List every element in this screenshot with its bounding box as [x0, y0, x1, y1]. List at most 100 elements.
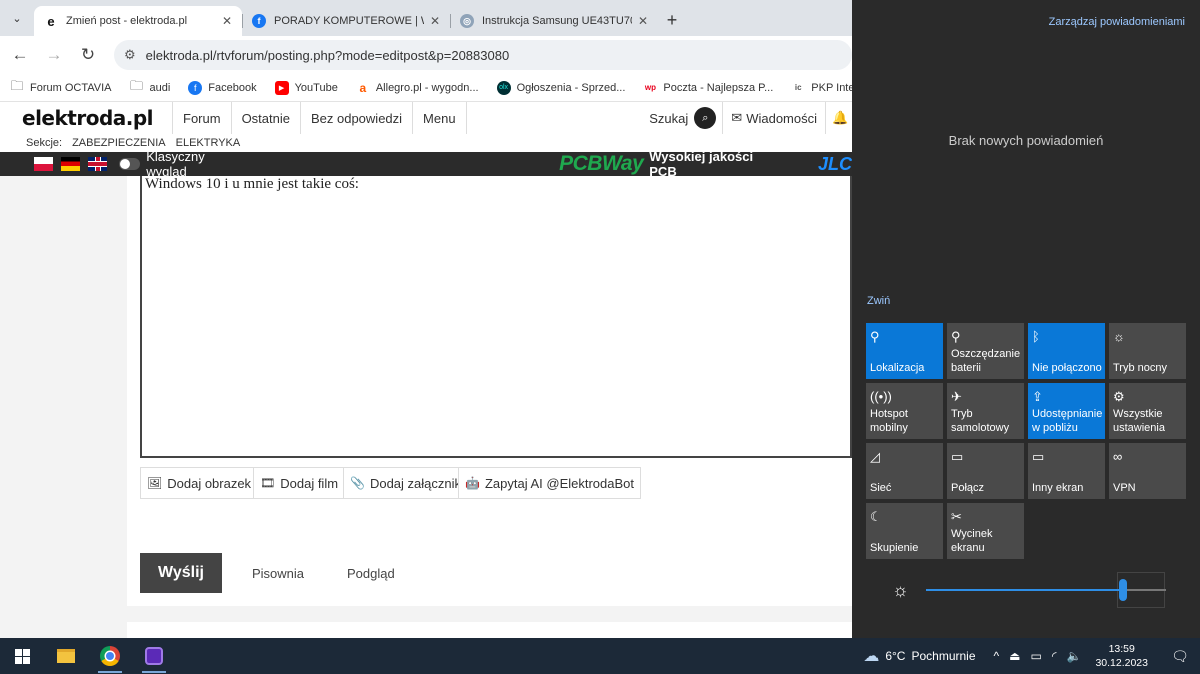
- nav-latest[interactable]: Ostatnie: [230, 102, 300, 134]
- collapse-link[interactable]: Zwiń: [867, 295, 890, 307]
- nav-forum[interactable]: Forum: [172, 102, 231, 134]
- project-icon: ▭: [1032, 449, 1045, 464]
- ad-jlc-logo[interactable]: JLC: [818, 154, 852, 175]
- connect-icon: ▭: [951, 449, 964, 464]
- tab-close-icon[interactable]: ✕: [638, 14, 648, 28]
- start-button[interactable]: [0, 638, 44, 674]
- tile-night-light[interactable]: ☼ Tryb nocny: [1109, 323, 1186, 379]
- no-notifications-text: Brak nowych powiadomień: [948, 133, 1104, 148]
- section-link-elektryka[interactable]: ELEKTRYKA: [176, 137, 241, 149]
- nav-menu[interactable]: Menu: [412, 102, 467, 134]
- tab-samsung[interactable]: ◎ Instrukcja Samsung UE43TU700 ✕: [450, 6, 658, 36]
- bookmark-olx[interactable]: olx Ogłoszenia - Sprzed...: [496, 80, 625, 95]
- bookmark-audi[interactable]: 🗀 audi: [130, 78, 170, 95]
- add-image-label: Dodaj obrazek: [167, 475, 252, 491]
- classic-view-toggle[interactable]: [119, 158, 141, 170]
- tile-bluetooth[interactable]: ᛒ Nie połączono: [1028, 323, 1105, 379]
- tile-label: Wszystkie ustawienia: [1113, 408, 1165, 434]
- app-button[interactable]: [132, 638, 176, 674]
- film-icon: 🎞: [260, 476, 276, 490]
- search-label[interactable]: Szukaj: [649, 111, 688, 126]
- tile-label: Inny ekran: [1032, 482, 1084, 494]
- address-bar[interactable]: ⚙ elektroda.pl/rtvforum/posting.php?mode…: [114, 40, 852, 70]
- tab-close-icon[interactable]: ✕: [430, 14, 440, 28]
- tile-network[interactable]: ◿ Sieć: [866, 443, 943, 499]
- add-attachment-button[interactable]: 📎 Dodaj załącznik: [343, 467, 468, 499]
- flag-uk-icon[interactable]: [88, 157, 108, 171]
- reload-button[interactable]: ↻: [72, 39, 104, 71]
- battery-icon[interactable]: ▭: [1030, 649, 1041, 663]
- site-nav: Forum Ostatnie Bez odpowiedzi Menu: [172, 102, 467, 134]
- weather-widget[interactable]: ☁ 6°C Pochmurnie: [863, 646, 975, 666]
- tile-hotspot[interactable]: ((•)) Hotspot mobilny: [866, 383, 943, 439]
- tab-title: PORADY KOMPUTEROWE | Wit: [274, 15, 424, 27]
- notification-center-button[interactable]: 🗨: [1160, 638, 1200, 674]
- nav-unanswered[interactable]: Bez odpowiedzi: [299, 102, 412, 134]
- tile-snip[interactable]: ✂ Wycinek ekranu: [947, 503, 1024, 559]
- tile-nearby-sharing[interactable]: ⇪ Udostępnianie w pobliżu: [1028, 383, 1105, 439]
- bookmark-forum-octavia[interactable]: 🗀 Forum OCTAVIA: [10, 78, 111, 95]
- bookmark-allegro[interactable]: a Allegro.pl - wygodn...: [356, 81, 479, 95]
- manage-notifications-link[interactable]: Zarządzaj powiadomieniami: [1049, 16, 1185, 28]
- add-image-button[interactable]: 🖼 Dodaj obrazek: [140, 467, 259, 499]
- usb-icon[interactable]: ⏏: [1009, 649, 1020, 663]
- brightness-slider-thumb[interactable]: [1118, 579, 1127, 601]
- tile-label: Skupienie: [870, 542, 919, 554]
- olx-icon: olx: [496, 80, 511, 95]
- bookmark-wp-poczta[interactable]: wp Poczta - Najlepsza P...: [643, 81, 773, 95]
- flag-pl-icon[interactable]: [34, 157, 54, 171]
- brightness-slider[interactable]: [926, 579, 1166, 601]
- tile-location[interactable]: ⚲ Lokalizacja: [866, 323, 943, 379]
- tile-battery-saver[interactable]: ⚲ Oszczędzanie baterii: [947, 323, 1024, 379]
- send-button[interactable]: Wyślij: [140, 553, 222, 593]
- tab-active[interactable]: e Zmień post - elektroda.pl ✕: [34, 6, 242, 36]
- preview-button[interactable]: Podgląd: [347, 566, 395, 581]
- ad-pcbway-logo[interactable]: PCBWay: [559, 152, 644, 176]
- spelling-button[interactable]: Pisownia: [252, 566, 304, 581]
- chevron-up-icon[interactable]: ^: [994, 649, 1000, 663]
- tile-focus[interactable]: ☾ Skupienie: [866, 503, 943, 559]
- back-button[interactable]: ←: [4, 39, 36, 71]
- chrome-button[interactable]: [88, 638, 132, 674]
- bookmark-facebook[interactable]: f Facebook: [188, 80, 257, 95]
- bookmarks-bar: 🗀 Forum OCTAVIA 🗀 audi f Facebook ▶ YouT…: [0, 74, 877, 102]
- tile-all-settings[interactable]: ⚙ Wszystkie ustawienia: [1109, 383, 1186, 439]
- location-icon: ⚲: [870, 329, 880, 344]
- tile-airplane-mode[interactable]: ✈ Tryb samolotowy: [947, 383, 1024, 439]
- ad-text[interactable]: Wysokiej jakości PCB: [649, 149, 778, 179]
- tile-connect[interactable]: ▭ Połącz: [947, 443, 1024, 499]
- battery-saver-icon: ⚲: [951, 329, 961, 344]
- volume-icon[interactable]: 🔈: [1066, 649, 1081, 663]
- globe-favicon-icon: ◎: [460, 14, 474, 28]
- envelope-icon: ✉: [731, 110, 743, 125]
- search-icon[interactable]: ⌕: [694, 107, 717, 129]
- ask-ai-button[interactable]: 🤖 Zapytaj AI @ElektrodaBot: [458, 467, 642, 499]
- flag-de-icon[interactable]: [61, 157, 81, 171]
- tab-search-menu-button[interactable]: ⌄: [6, 7, 28, 29]
- section-link-zabezpieczenia[interactable]: ZABEZPIECZENIA: [72, 137, 166, 149]
- tab-title: Instrukcja Samsung UE43TU700: [482, 15, 632, 27]
- bookmark-youtube[interactable]: ▶ YouTube: [274, 80, 338, 95]
- wp-icon: wp: [644, 83, 656, 92]
- tile-project[interactable]: ▭ Inny ekran: [1028, 443, 1105, 499]
- forward-button[interactable]: →: [38, 39, 70, 71]
- tile-label: Hotspot mobilny: [870, 408, 908, 434]
- bell-icon[interactable]: 🔔: [832, 110, 852, 126]
- tile-label: Tryb samolotowy: [951, 408, 1010, 434]
- facebook-favicon-icon: f: [252, 14, 266, 28]
- new-tab-button[interactable]: +: [658, 6, 686, 34]
- brightness-slider-fill: [926, 589, 1123, 591]
- clock-time: 13:59: [1108, 643, 1135, 655]
- add-video-button[interactable]: 🎞 Dodaj film: [253, 467, 346, 499]
- file-explorer-button[interactable]: [44, 638, 88, 674]
- site-logo[interactable]: elektroda.pl: [0, 106, 172, 130]
- tile-vpn[interactable]: ∞ VPN: [1109, 443, 1186, 499]
- post-textarea[interactable]: Windows 10 i u mnie jest takie coś:: [140, 176, 852, 458]
- tab-facebook[interactable]: f PORADY KOMPUTEROWE | Wit ✕: [242, 6, 450, 36]
- messages-link[interactable]: ✉ Wiadomości: [722, 102, 826, 134]
- tab-close-icon[interactable]: ✕: [222, 14, 232, 28]
- site-info-icon[interactable]: ⚙: [124, 47, 136, 63]
- wifi-icon[interactable]: ◜: [1052, 649, 1057, 663]
- clock[interactable]: 13:59 30.12.2023: [1095, 642, 1148, 670]
- facebook-icon: f: [188, 80, 203, 95]
